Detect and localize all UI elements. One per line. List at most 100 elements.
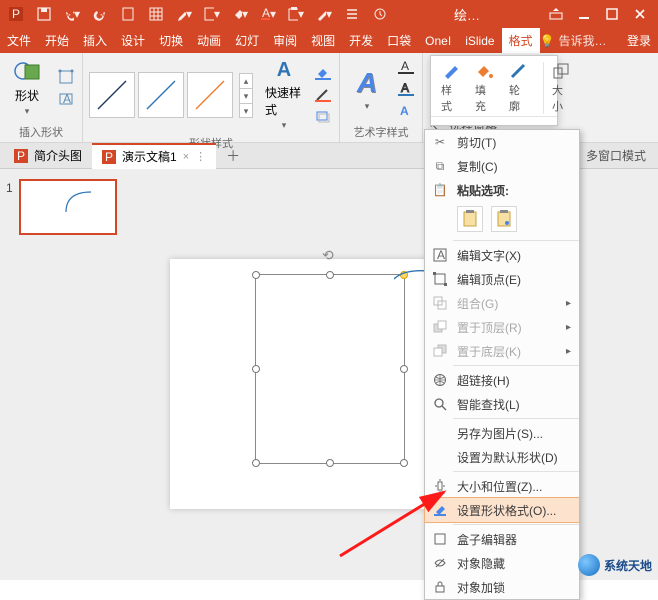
paste-dest-theme[interactable] — [457, 206, 483, 232]
hide-icon — [431, 556, 449, 570]
add-tab-button[interactable]: ＋ — [216, 146, 250, 166]
menu-edit-text[interactable]: A编辑文字(X) — [425, 243, 579, 267]
outline-button[interactable]: 轮廓 — [509, 62, 529, 114]
menu-bring-front: 置于顶层(R)▸ — [425, 315, 579, 339]
menu-send-back: 置于底层(K)▸ — [425, 339, 579, 363]
group-insert-shape: 形状▾ A 插入形状 — [0, 53, 83, 142]
tab-view[interactable]: 视图 — [304, 28, 342, 53]
save-icon[interactable] — [36, 6, 52, 22]
group-shape-styles: ▴▾▾ A 快速样式▾ 形状样式 — [83, 53, 340, 142]
undo-icon[interactable]: ▾ — [64, 6, 80, 22]
close-tab-icon[interactable]: × — [183, 151, 189, 163]
menu-lock-object[interactable]: 对象加锁 — [425, 575, 579, 599]
eyedropper-icon[interactable]: ▾ — [176, 6, 192, 22]
svg-text:A: A — [400, 104, 409, 118]
clipboard-icon[interactable]: ▾ — [288, 6, 304, 22]
tab-islide[interactable]: iSlide — [458, 28, 501, 53]
selected-shape[interactable]: ⟲ — [255, 274, 405, 464]
menu-set-default[interactable]: 设置为默认形状(D) — [425, 445, 579, 469]
style-button[interactable]: 样式 — [441, 62, 461, 114]
tab-design[interactable]: 设计 — [114, 28, 152, 53]
quick-styles-button[interactable]: A 快速样式▾ — [263, 57, 305, 133]
fill-button[interactable]: 填充 — [475, 62, 495, 114]
thumbnail-pane[interactable]: 1 — [0, 169, 130, 580]
send-back-icon — [431, 344, 449, 358]
menu-copy[interactable]: ⧉复制(C) — [425, 154, 579, 178]
list-icon[interactable] — [344, 6, 360, 22]
resize-handle[interactable] — [252, 271, 260, 279]
menu-smart-lookup[interactable]: 智能查找(L) — [425, 392, 579, 416]
group-label: 插入形状 — [6, 122, 76, 140]
tab-animation[interactable]: 动画 — [190, 28, 228, 53]
multi-window-button[interactable]: 多窗口模式 — [578, 147, 654, 164]
tab-review[interactable]: 审阅 — [266, 28, 304, 53]
rotate-handle-icon[interactable]: ⟲ — [322, 247, 334, 264]
tab-developer[interactable]: 开发 — [342, 28, 380, 53]
wand-icon[interactable]: ▾ — [316, 6, 332, 22]
doc-tab-2[interactable]: P 演示文稿1 × ⋮ — [92, 143, 216, 169]
pagesetup-icon[interactable]: ▾ — [204, 6, 220, 22]
tab-home[interactable]: 开始 — [38, 28, 76, 53]
resize-handle[interactable] — [326, 459, 334, 467]
menu-hide-object[interactable]: 对象隐藏 — [425, 551, 579, 575]
menu-hyperlink[interactable]: 超链接(H) — [425, 368, 579, 392]
maximize-icon[interactable] — [600, 2, 624, 26]
window-title: 绘… — [454, 5, 480, 24]
window-controls — [538, 2, 658, 26]
ppt-file-icon: P — [102, 150, 116, 164]
wordart-gallery[interactable]: A ▾ — [346, 65, 388, 114]
search-icon — [431, 397, 449, 411]
menu-size-position[interactable]: 大小和位置(Z)... — [425, 474, 579, 498]
login-button[interactable]: 登录 — [620, 28, 658, 53]
table-icon[interactable] — [148, 6, 164, 22]
resize-handle[interactable] — [252, 459, 260, 467]
edit-shape-icon[interactable] — [56, 67, 76, 87]
tab-insert[interactable]: 插入 — [76, 28, 114, 53]
tell-me[interactable]: 💡告诉我… — [540, 28, 607, 53]
tab-menu-icon[interactable]: ⋮ — [195, 150, 206, 163]
menu-format-shape[interactable]: 设置形状格式(O)... — [425, 498, 579, 522]
shapes-button[interactable]: 形状▾ — [6, 57, 48, 119]
ppt-file-icon: P — [14, 149, 28, 163]
text-fill-icon[interactable]: A — [396, 57, 416, 77]
tab-slideshow[interactable]: 幻灯 — [228, 28, 266, 53]
text-outline-icon[interactable]: A — [396, 79, 416, 99]
menu-cut[interactable]: ✂剪切(T) — [425, 130, 579, 154]
tab-format[interactable]: 格式 — [502, 28, 540, 53]
tab-pocket[interactable]: 口袋 — [380, 28, 418, 53]
doc-tab-1[interactable]: P 简介头图 — [4, 143, 92, 169]
ribbon-options-icon[interactable] — [544, 2, 568, 26]
resize-handle[interactable] — [252, 365, 260, 373]
textbox-icon[interactable]: A — [56, 89, 76, 109]
tab-onekey[interactable]: OneI — [418, 28, 458, 53]
shape-outline-icon[interactable] — [313, 85, 333, 105]
shape-style-gallery[interactable] — [89, 72, 233, 118]
gallery-scroll[interactable]: ▴▾▾ — [239, 73, 253, 118]
group-icon — [431, 296, 449, 310]
menu-save-as-picture[interactable]: 另存为图片(S)... — [425, 421, 579, 445]
new-slide-icon[interactable] — [120, 6, 136, 22]
paste-picture[interactable] — [491, 206, 517, 232]
autosave-icon[interactable] — [372, 6, 388, 22]
fontcolor-icon[interactable]: A▾ — [260, 6, 276, 22]
box-icon — [431, 532, 449, 546]
redo-icon[interactable] — [92, 6, 108, 22]
text-effects-icon[interactable]: A — [396, 101, 416, 121]
close-icon[interactable] — [628, 2, 652, 26]
slide-thumbnail[interactable]: 1 — [6, 179, 124, 235]
resize-handle[interactable] — [326, 271, 334, 279]
tab-file[interactable]: 文件 — [0, 28, 38, 53]
paintbucket-icon[interactable]: ▾ — [232, 6, 248, 22]
resize-handle[interactable] — [400, 459, 408, 467]
menu-edit-points[interactable]: 编辑顶点(E) — [425, 267, 579, 291]
lock-icon — [431, 580, 449, 594]
menu-box-editor[interactable]: 盒子编辑器 — [425, 527, 579, 551]
format-shape-icon — [431, 503, 449, 517]
tab-transition[interactable]: 切换 — [152, 28, 190, 53]
resize-handle[interactable] — [400, 365, 408, 373]
shape-effects-icon[interactable] — [313, 107, 333, 127]
edit-points-icon — [431, 272, 449, 286]
size-button[interactable]: 大小 — [543, 62, 570, 114]
minimize-icon[interactable] — [572, 2, 596, 26]
shape-fill-icon[interactable] — [313, 63, 333, 83]
